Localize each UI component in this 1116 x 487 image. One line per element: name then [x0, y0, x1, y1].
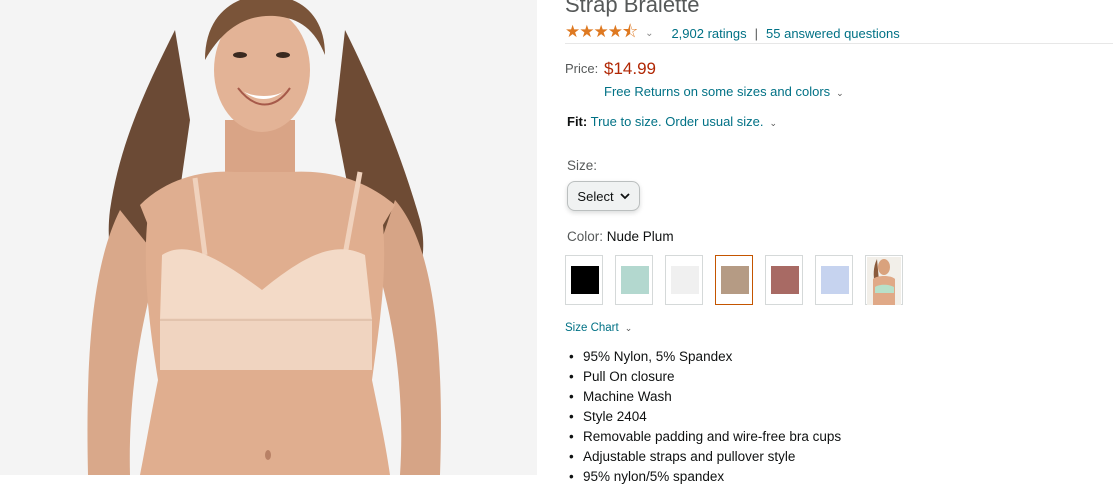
color-swatch-light-blue[interactable] — [815, 255, 853, 305]
ratings-link[interactable]: 2,902 ratings — [671, 26, 746, 41]
list-item: Adjustable straps and pullover style — [569, 447, 841, 467]
fit-info: Fit: True to size. Order usual size. ⌄ — [567, 114, 777, 129]
color-swatch-rose[interactable] — [765, 255, 803, 305]
chevron-down-icon: ⌄ — [836, 88, 844, 98]
feature-bullets: 95% Nylon, 5% Spandex Pull On closure Ma… — [569, 347, 841, 487]
swatch-chip — [721, 266, 749, 294]
list-item: Pull On closure — [569, 367, 841, 387]
product-photo — [0, 0, 537, 475]
chevron-down-icon[interactable]: ⌄ — [770, 118, 778, 128]
separator: | — [754, 25, 759, 41]
divider — [565, 43, 1113, 44]
size-label: Size: — [567, 158, 598, 173]
size-chart-link[interactable]: Size Chart ⌄ — [565, 322, 632, 334]
list-item: Removable padding and wire-free bra cups — [569, 427, 841, 447]
answered-questions-link[interactable]: 55 answered questions — [766, 26, 900, 41]
swatch-chip — [771, 266, 799, 294]
color-label: Color: Nude Plum — [567, 229, 674, 244]
color-swatch-photo[interactable] — [865, 255, 903, 305]
color-swatch-nude-plum[interactable] — [715, 255, 753, 305]
color-swatch-mint[interactable] — [615, 255, 653, 305]
product-title: Strap Bralette — [565, 0, 700, 17]
swatch-photo-thumbnail — [867, 257, 901, 305]
chevron-down-icon — [619, 192, 630, 199]
size-select-value: Select — [577, 188, 614, 204]
chevron-down-icon[interactable]: ⌄ — [645, 28, 653, 39]
color-selected-value: Nude Plum — [606, 229, 674, 244]
list-item: 95% Nylon, 5% Spandex — [569, 347, 841, 367]
color-swatch-white[interactable] — [665, 255, 703, 305]
chevron-down-icon: ⌄ — [624, 323, 633, 333]
list-item: Style 2404 — [569, 407, 841, 427]
free-returns-label: Free Returns on some sizes and colors — [604, 84, 831, 99]
color-label-text: Color: — [567, 229, 604, 244]
swatch-chip — [821, 266, 849, 294]
swatch-chip — [571, 266, 599, 294]
color-swatch-black[interactable] — [565, 255, 603, 305]
size-chart-label: Size Chart — [565, 322, 619, 334]
list-item: 95% nylon/5% spandex — [569, 467, 841, 487]
swatch-chip — [671, 266, 699, 294]
price-label: Price: — [565, 61, 599, 76]
swatch-chip — [621, 266, 649, 294]
product-info: Strap Bralette ★★★★⯪ ⌄ 2,902 ratings | 5… — [565, 0, 1116, 487]
price-value: $14.99 — [604, 59, 656, 78]
list-item: Machine Wash — [569, 387, 841, 407]
fit-label: Fit: — [567, 114, 588, 129]
free-returns-link[interactable]: Free Returns on some sizes and colors ⌄ — [604, 84, 844, 99]
rating-row: ★★★★⯪ ⌄ 2,902 ratings | 55 answered ques… — [565, 22, 900, 43]
product-image[interactable] — [0, 0, 537, 475]
fit-value-link[interactable]: True to size. Order usual size. — [591, 114, 764, 129]
size-select[interactable]: Select — [567, 181, 640, 211]
